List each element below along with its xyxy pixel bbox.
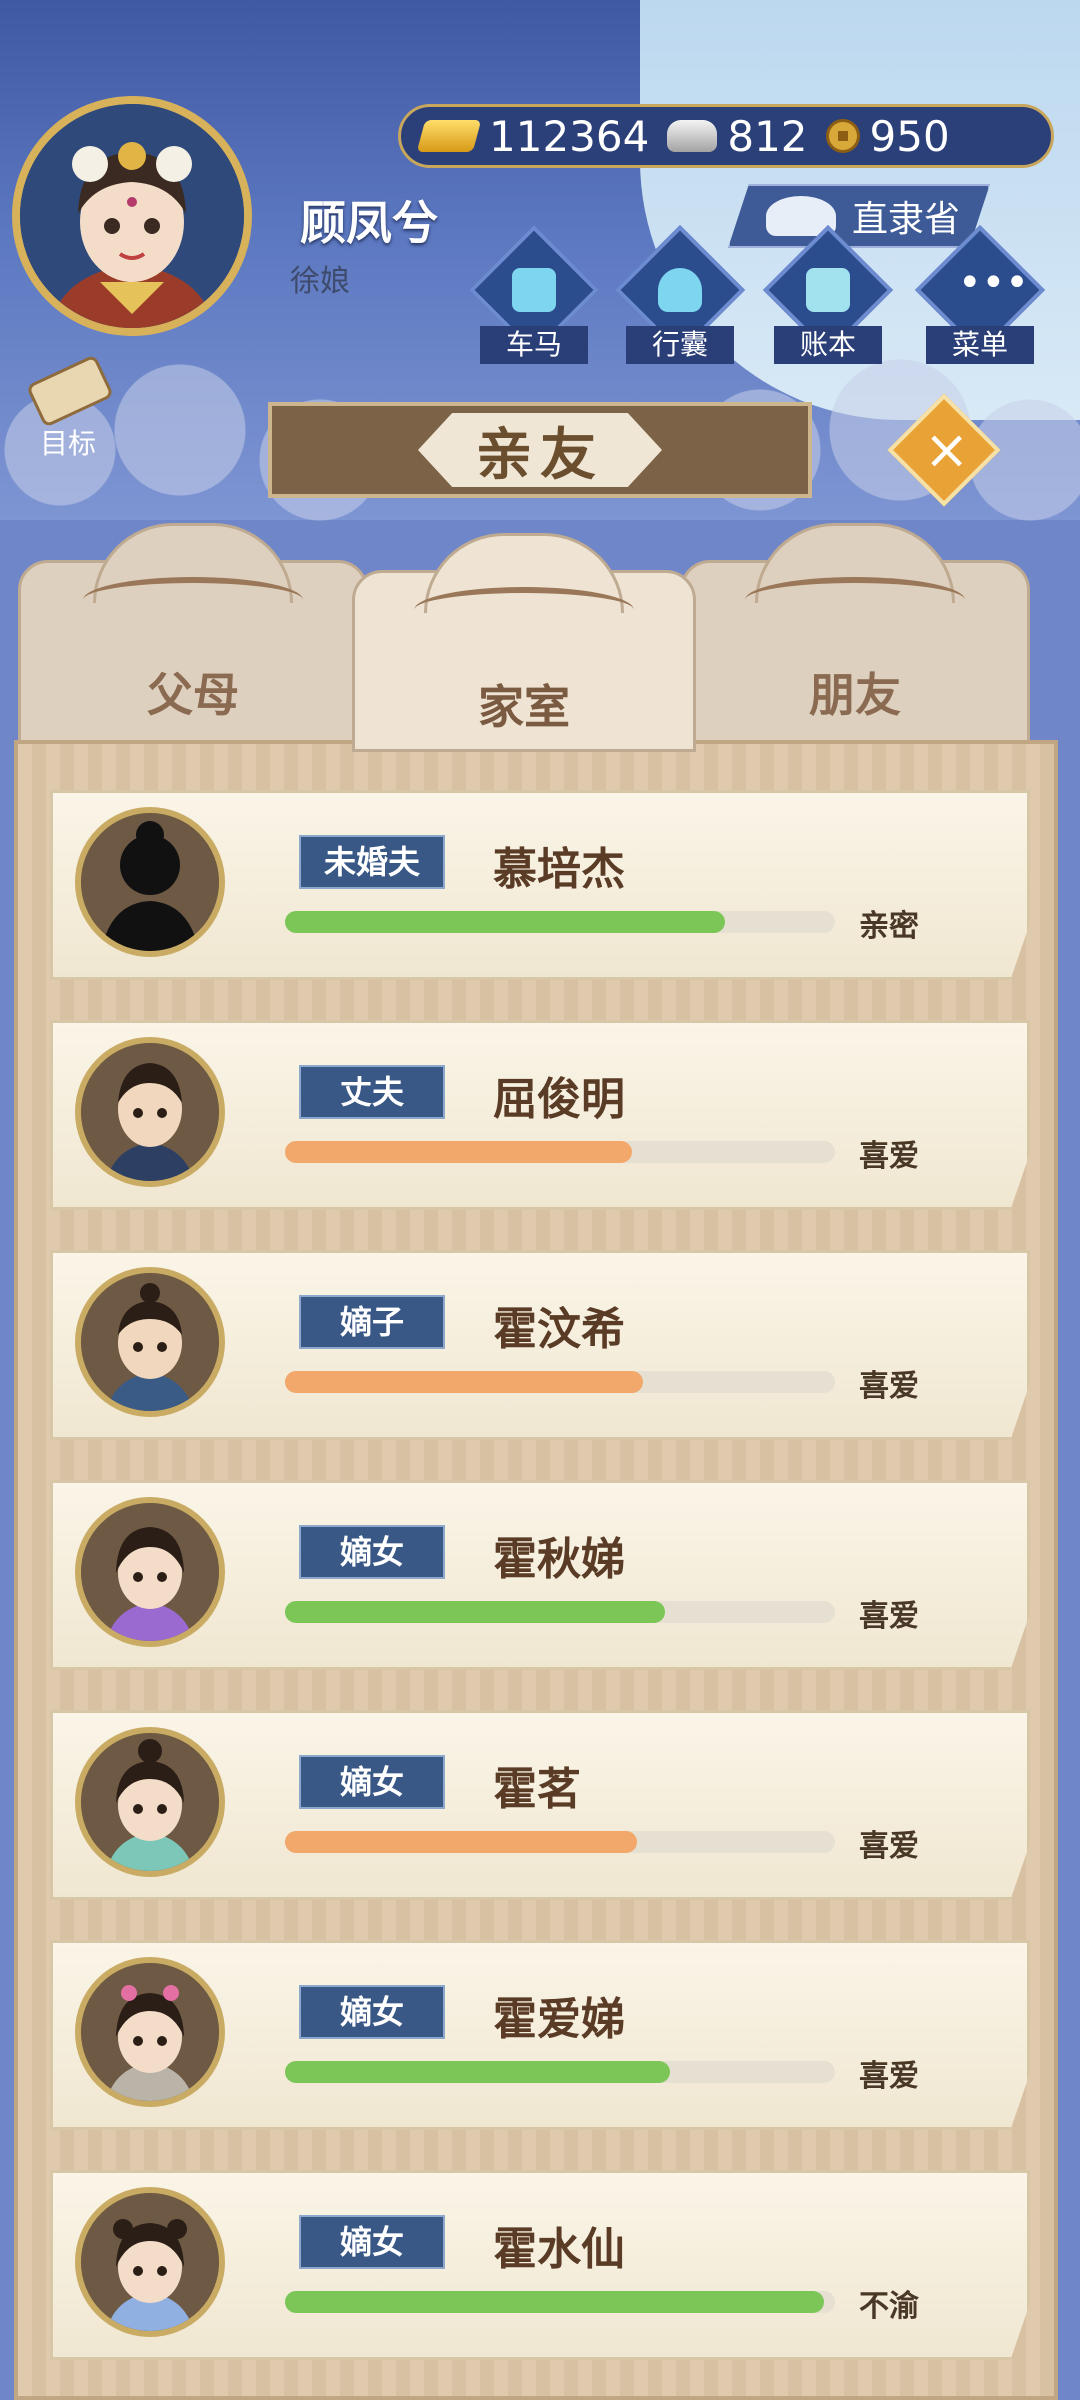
affinity-bar-fill (285, 1371, 643, 1393)
affinity-bar (285, 1601, 835, 1623)
affinity-bar-fill (285, 1141, 632, 1163)
menu-button-carriage[interactable]: 车马 (468, 224, 600, 364)
affinity-bar (285, 1371, 835, 1393)
menu-button-bag[interactable]: 行囊 (614, 224, 746, 364)
cloud-ornament-icon (83, 577, 303, 623)
tab-label: 父母 (147, 668, 239, 722)
relation-badge: 未婚夫 (299, 835, 445, 889)
cloud-ornament-icon (745, 577, 965, 623)
gold-ingot-icon (416, 120, 482, 152)
menu-label: 账本 (774, 326, 882, 364)
affinity-bar-fill (285, 1831, 637, 1853)
affinity-bar-fill (285, 2291, 824, 2313)
bag-icon (658, 268, 702, 312)
copper-coin-icon (825, 119, 860, 153)
relation-badge: 嫡女 (299, 1985, 445, 2039)
more-icon: ••• (958, 260, 1029, 306)
province-button[interactable]: 直隶省 (728, 184, 990, 248)
relative-name: 霍爱娣 (493, 1994, 625, 2045)
coin-amount: 950 (869, 111, 950, 161)
relative-card[interactable]: 嫡女 霍秋娣 喜爱 (50, 1480, 1030, 1670)
affinity-bar (285, 911, 835, 933)
relative-card[interactable]: 未婚夫 慕培杰 亲密 (50, 790, 1030, 980)
relative-name: 霍汶希 (493, 1304, 625, 1355)
province-label: 直隶省 (851, 199, 960, 240)
dialog-title: 亲友 (418, 413, 662, 487)
affinity-status: 喜爱 (859, 1139, 919, 1174)
relative-name: 霍茗 (493, 1764, 581, 1815)
relative-card[interactable]: 嫡子 霍汶希 喜爱 (50, 1250, 1030, 1440)
affinity-bar (285, 2291, 835, 2313)
relative-name: 霍水仙 (493, 2224, 625, 2275)
affinity-status: 喜爱 (859, 1599, 919, 1634)
menu-label: 行囊 (626, 326, 734, 364)
relative-card[interactable]: 嫡女 霍爱娣 喜爱 (50, 1940, 1030, 2130)
relative-card[interactable]: 嫡女 霍水仙 不渝 (50, 2170, 1030, 2360)
portrait-avatar-icon (75, 1957, 225, 2107)
affinity-status: 喜爱 (859, 1829, 919, 1864)
scroll-icon (25, 354, 115, 428)
tab-parents[interactable]: 父母 (18, 523, 368, 750)
portrait-avatar-icon (75, 1727, 225, 1877)
relative-name: 屈俊明 (493, 1074, 625, 1125)
affinity-bar-fill (285, 2061, 670, 2083)
relative-name: 霍秋娣 (493, 1534, 625, 1585)
affinity-bar (285, 1831, 835, 1853)
tab-label: 家室 (478, 680, 570, 734)
ledger-icon (806, 268, 850, 312)
cloud-ornament-icon (414, 587, 634, 633)
menu-button-more[interactable]: ••• 菜单 (914, 224, 1046, 364)
portrait-avatar-icon (75, 1267, 225, 1417)
portrait-avatar-icon (75, 1037, 225, 1187)
menu-label: 车马 (480, 326, 588, 364)
affinity-status: 喜爱 (859, 1369, 919, 1404)
relative-card[interactable]: 嫡女 霍茗 喜爱 (50, 1710, 1030, 1900)
menu-button-ledger[interactable]: 账本 (762, 224, 894, 364)
relation-badge: 嫡女 (299, 1525, 445, 1579)
affinity-bar-fill (285, 1601, 665, 1623)
gold-amount: 112364 (489, 111, 650, 161)
relation-badge: 嫡子 (299, 1295, 445, 1349)
affinity-bar-fill (285, 911, 725, 933)
affinity-bar (285, 1141, 835, 1163)
tab-family[interactable]: 家室 (352, 533, 696, 752)
close-icon: × (924, 418, 970, 481)
relative-card[interactable]: 丈夫 屈俊明 喜爱 (50, 1020, 1030, 1210)
player-avatar[interactable] (12, 96, 252, 336)
relation-badge: 嫡女 (299, 1755, 445, 1809)
silver-ingot-icon (667, 120, 718, 152)
portrait-avatar-icon (75, 2187, 225, 2337)
relation-badge: 嫡女 (299, 2215, 445, 2269)
tab-label: 朋友 (809, 668, 901, 722)
player-portrait-icon (20, 104, 244, 328)
menu-label: 菜单 (926, 326, 1034, 364)
affinity-bar (285, 2061, 835, 2083)
relative-name: 慕培杰 (493, 844, 625, 895)
relation-badge: 丈夫 (299, 1065, 445, 1119)
affinity-status: 不渝 (859, 2289, 919, 2324)
currency-bar: 112364 812 950 (398, 104, 1054, 168)
affinity-status: 喜爱 (859, 2059, 919, 2094)
goal-button[interactable]: 目标 (18, 354, 118, 460)
player-title: 徐娘 (290, 264, 350, 299)
carriage-icon (512, 268, 556, 312)
silhouette-avatar-icon (75, 807, 225, 957)
portrait-avatar-icon (75, 1497, 225, 1647)
affinity-status: 亲密 (859, 909, 919, 944)
dialog-title-banner: 亲友 (268, 402, 812, 498)
goal-label: 目标 (39, 427, 96, 460)
tab-friends[interactable]: 朋友 (680, 523, 1030, 750)
silver-amount: 812 (727, 111, 808, 161)
